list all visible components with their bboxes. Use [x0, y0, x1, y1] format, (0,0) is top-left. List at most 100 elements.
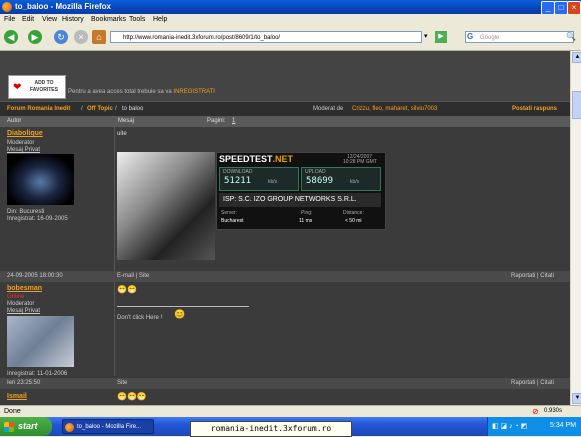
moderators-label: Moderat de	[313, 106, 344, 112]
add-to-favorites-button[interactable]: ❤ ADD TO FAVORITES	[8, 75, 66, 99]
menu-view[interactable]: View	[42, 16, 57, 23]
maximize-button[interactable]: □	[554, 1, 568, 15]
upload-box: UPLOAD 58699 kb/s	[301, 167, 381, 191]
dropdown-icon[interactable]: ▾	[424, 31, 432, 43]
url-tooltip: romania-inedit.3xforum.ro	[190, 421, 352, 437]
post-message: uite	[117, 131, 127, 137]
moderators-list[interactable]: Crizzu, fleo, maharet, silviu7003	[352, 106, 437, 112]
address-bar[interactable]: http://www.romania-inedit.3xforum.ro/pos…	[110, 31, 422, 43]
search-go-icon[interactable]: 🔍	[566, 32, 576, 41]
post-footer: 24-09-2005 18:00:30 E-mail | Site Raport…	[0, 271, 570, 282]
post-footer: Ieri 23:25:50 Site Raportati | Citati	[0, 378, 570, 389]
system-tray: ◧ ◪ ♪ ◔ ◩ 5:34 PM	[487, 417, 581, 436]
speedtest-image: SPEEDTEST.NET 12/24/2007 10:28 PM GMT DO…	[216, 152, 386, 230]
minimize-button[interactable]: _	[541, 1, 555, 15]
smiley-icon: 😁😁	[117, 285, 137, 294]
distance-label: Distance:	[343, 210, 364, 216]
menu-edit[interactable]: Edit	[22, 16, 34, 23]
register-link[interactable]: INREGISTRATI	[173, 89, 215, 95]
notice-text: Pentru a avea acces total trebuie sa va	[68, 89, 172, 95]
status-text: Done	[4, 408, 21, 415]
column-divider	[114, 127, 115, 271]
menu-help[interactable]: Help	[153, 16, 167, 23]
column-divider	[114, 282, 115, 376]
menu-tools[interactable]: Tools	[129, 16, 145, 23]
upload-unit: kb/s	[350, 179, 360, 185]
menu-history[interactable]: History	[62, 16, 84, 23]
online-status: Online	[7, 294, 25, 300]
home-icon[interactable]: ⌂	[92, 30, 106, 44]
reload-icon[interactable]: ↻	[54, 30, 68, 44]
author-role: Moderator	[7, 301, 35, 307]
back-icon[interactable]: ◀	[4, 30, 18, 44]
column-header: Autor Mesaj Pagini: 1	[0, 116, 570, 127]
post-links[interactable]: Site	[117, 380, 127, 386]
breadcrumb: Forum Romania Inedit / Off Topic / to ba…	[0, 101, 570, 117]
page-link[interactable]: 1	[232, 118, 235, 124]
post-author[interactable]: Ismail	[7, 393, 27, 400]
heart-icon: ❤	[13, 82, 22, 93]
post-links[interactable]: E-mail | Site	[117, 273, 149, 279]
distance-value: < 50 mi	[345, 218, 362, 224]
speedtest-time: 10:28 PM GMT	[343, 159, 377, 165]
menu-file[interactable]: File	[4, 16, 15, 23]
author-registered: Inregistrat: 11-01-2006	[7, 371, 68, 377]
clock: 5:34 PM	[550, 422, 577, 429]
breadcrumb-forum[interactable]: Forum Romania Inedit	[7, 106, 70, 112]
scroll-thumb[interactable]	[572, 91, 581, 119]
scroll-up-icon[interactable]: ▲	[572, 52, 581, 63]
post-author[interactable]: Diabolique	[7, 130, 43, 137]
breadcrumb-section[interactable]: Off Topic	[87, 106, 113, 112]
post-date: 24-09-2005 18:00:30	[7, 273, 63, 279]
post-image-hand	[117, 152, 215, 260]
navigation-toolbar: ◀ ▶ ↻ × ⌂ http://www.romania-inedit.3xfo…	[0, 26, 581, 51]
menu-bar: File Edit View History Bookmarks Tools H…	[0, 14, 581, 26]
private-message-link[interactable]: Mesaj Privat	[7, 147, 40, 153]
firefox-icon	[65, 423, 74, 432]
stop-icon[interactable]: ×	[74, 30, 88, 44]
go-icon[interactable]: ▶	[435, 31, 447, 43]
ping-value: 11 ms	[299, 218, 313, 224]
post-reply-link[interactable]: Postati raspuns	[512, 106, 557, 112]
post-actions[interactable]: Raportati | Citati	[511, 380, 554, 386]
author-registered: Inregistrat: 16-09-2005	[7, 216, 68, 222]
menu-bookmarks[interactable]: Bookmarks	[91, 16, 126, 23]
tray-icons: ◧ ◪ ♪ ◔ ◩	[492, 423, 528, 430]
forward-icon[interactable]: ▶	[28, 30, 42, 44]
breadcrumb-sep: /	[81, 106, 83, 112]
title-bar: to_baloo - Mozilla Firefox _ □ ×	[0, 0, 581, 15]
speedtest-logo: SPEEDTEST.NET	[219, 154, 294, 164]
favorites-label: ADD TO FAVORITES	[30, 80, 58, 93]
google-icon: G	[467, 32, 474, 41]
private-message-link[interactable]: Mesaj Privat	[7, 308, 40, 314]
signature-link[interactable]: Don't click Here !	[117, 315, 162, 321]
download-label: DOWNLOAD	[223, 169, 253, 175]
timer-icon: ⊘	[532, 407, 539, 416]
breadcrumb-topic: to baloo	[122, 106, 144, 112]
pages-label: Pagini:	[207, 118, 226, 124]
ping-label: Ping:	[301, 210, 313, 216]
isp-name: ISP: S.C. IZO GROUP NETWORKS S.R.L.	[219, 193, 381, 207]
server-value: Bucharest	[221, 218, 244, 224]
music-smiley-icon: 😊	[174, 309, 186, 319]
vertical-scrollbar[interactable]: ▲ ▼	[570, 51, 581, 405]
windows-logo-icon	[4, 422, 14, 432]
download-value: 51211	[224, 176, 252, 186]
upload-value: 58699	[306, 176, 334, 186]
avatar	[7, 316, 74, 367]
author-location: Din: Bucuresti	[7, 209, 45, 215]
breadcrumb-sep: /	[115, 106, 117, 112]
post-actions[interactable]: Raportati | Citati	[511, 273, 554, 279]
upload-label: UPLOAD	[305, 169, 326, 175]
close-button[interactable]: ×	[567, 1, 581, 15]
avatar	[7, 154, 74, 205]
search-input[interactable]: Google	[465, 31, 574, 43]
load-timer: 0.930s	[544, 408, 563, 414]
author-header: Autor	[7, 118, 22, 124]
taskbar-item-firefox[interactable]: to_baloo - Mozilla Fire...	[62, 419, 154, 434]
post-author[interactable]: bobesman	[7, 285, 42, 292]
post-date: Ieri 23:25:50	[7, 380, 41, 386]
download-unit: kb/s	[268, 179, 278, 185]
scroll-down-icon[interactable]: ▼	[572, 393, 581, 404]
firefox-icon	[2, 2, 12, 12]
